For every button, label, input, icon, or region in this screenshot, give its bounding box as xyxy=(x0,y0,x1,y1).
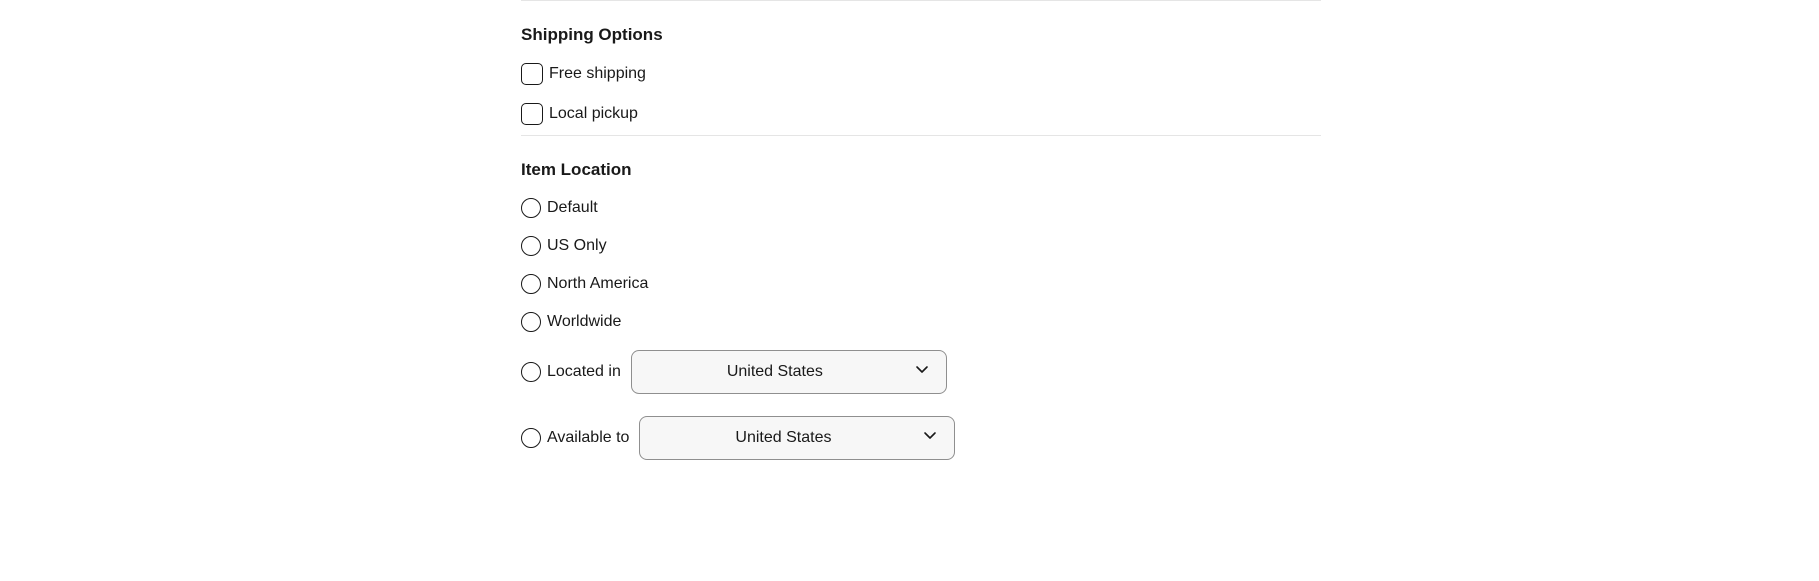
location-option-row: Default xyxy=(521,198,1321,218)
location-option-row: North America xyxy=(521,274,1321,294)
section-divider xyxy=(521,0,1321,1)
available-to-radio[interactable] xyxy=(521,428,541,448)
section-divider xyxy=(521,135,1321,136)
north-america-label[interactable]: North America xyxy=(547,275,648,293)
local-pickup-label[interactable]: Local pickup xyxy=(549,105,638,123)
located-in-row: Located in United States xyxy=(521,350,1321,394)
available-to-row: Available to United States xyxy=(521,416,1321,460)
item-location-title: Item Location xyxy=(521,160,1321,180)
located-in-select[interactable]: United States xyxy=(631,350,947,394)
shipping-option-row: Local pickup xyxy=(521,103,1321,125)
worldwide-radio[interactable] xyxy=(521,312,541,332)
free-shipping-label[interactable]: Free shipping xyxy=(549,65,646,83)
north-america-radio[interactable] xyxy=(521,274,541,294)
location-option-row: US Only xyxy=(521,236,1321,256)
us-only-label[interactable]: US Only xyxy=(547,237,607,255)
located-in-select-wrap: United States xyxy=(631,350,947,394)
free-shipping-checkbox[interactable] xyxy=(521,63,543,85)
filter-panel: Shipping Options Free shipping Local pic… xyxy=(521,0,1321,482)
default-label[interactable]: Default xyxy=(547,199,598,217)
available-to-label[interactable]: Available to xyxy=(547,429,629,447)
available-to-select[interactable]: United States xyxy=(639,416,955,460)
default-radio[interactable] xyxy=(521,198,541,218)
shipping-options-title: Shipping Options xyxy=(521,25,1321,45)
located-in-radio[interactable] xyxy=(521,362,541,382)
us-only-radio[interactable] xyxy=(521,236,541,256)
worldwide-label[interactable]: Worldwide xyxy=(547,313,621,331)
located-in-label[interactable]: Located in xyxy=(547,363,621,381)
location-option-row: Worldwide xyxy=(521,312,1321,332)
shipping-option-row: Free shipping xyxy=(521,63,1321,85)
available-to-select-wrap: United States xyxy=(639,416,955,460)
local-pickup-checkbox[interactable] xyxy=(521,103,543,125)
